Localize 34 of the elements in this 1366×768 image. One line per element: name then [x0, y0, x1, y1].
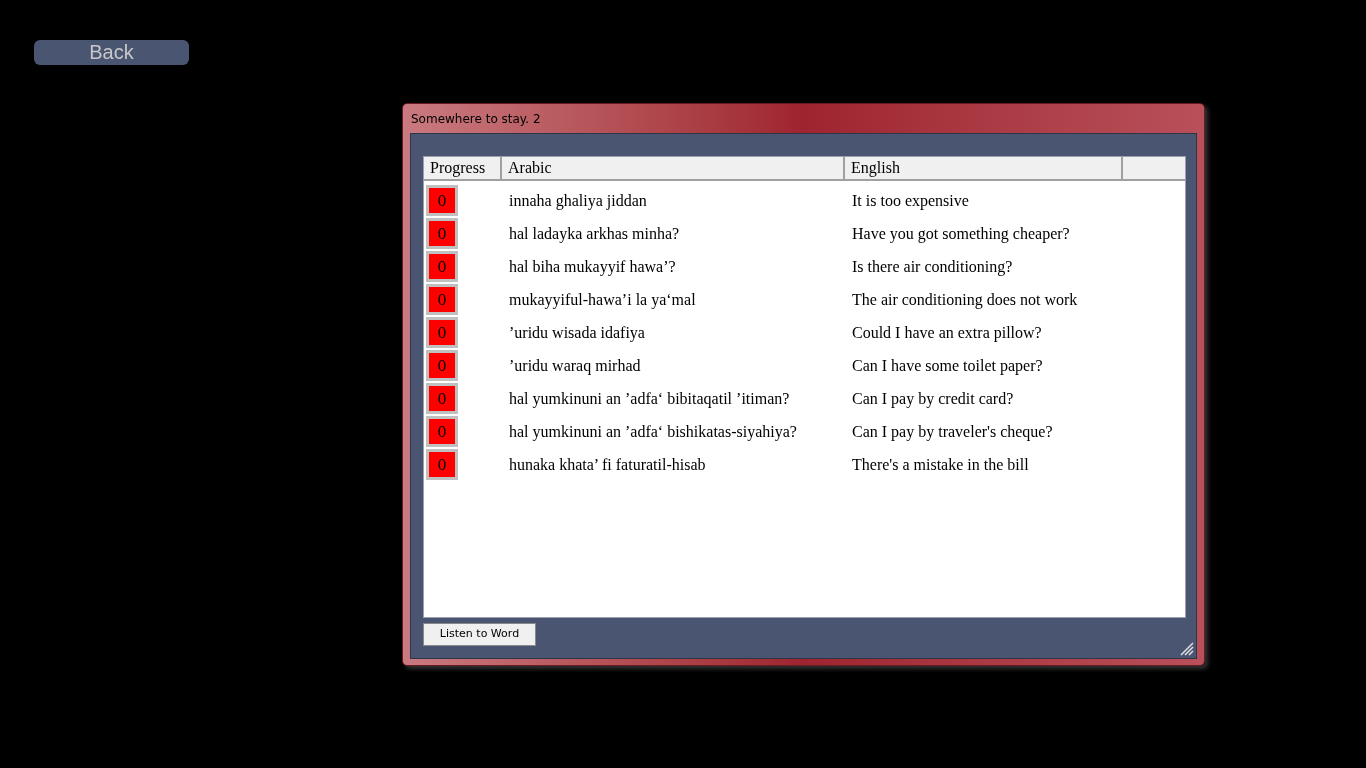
progress-badge: 0 [426, 350, 458, 381]
english-phrase: Have you got something cheaper? [852, 224, 1070, 242]
arabic-phrase: mukayyiful-hawa’i la ya‘mal [509, 290, 696, 308]
progress-badge: 0 [426, 383, 458, 414]
column-header[interactable]: Progress [424, 157, 502, 179]
english-phrase: There's a mistake in the bill [852, 455, 1029, 473]
resize-grip-icon[interactable] [1178, 640, 1194, 656]
progress-badge: 0 [426, 218, 458, 249]
progress-badge: 0 [426, 449, 458, 480]
arabic-phrase: hal biha mukayyif hawa’? [509, 257, 676, 275]
column-header[interactable]: English [845, 157, 1123, 179]
arabic-phrase: ’uridu wisada idafiya [509, 323, 645, 341]
arabic-phrase: hal yumkinuni an ’adfa‘ bishikatas-siyahiya? [509, 422, 797, 440]
progress-badge: 0 [426, 416, 458, 447]
window-title: Somewhere to stay. 2 [411, 110, 541, 128]
arabic-phrase: hunaka khata’ fi faturatil-hisab [509, 455, 706, 473]
progress-badge: 0 [426, 251, 458, 282]
english-phrase: Can I pay by credit card? [852, 389, 1014, 407]
progress-badge: 0 [426, 185, 458, 216]
english-phrase: It is too expensive [852, 191, 969, 209]
english-phrase: Could I have an extra pillow? [852, 323, 1042, 341]
english-phrase: Can I have some toilet paper? [852, 356, 1043, 374]
arabic-phrase: hal yumkinuni an ’adfa‘ bibitaqatil ’itiman? [509, 389, 790, 407]
progress-badge: 0 [426, 284, 458, 315]
arabic-phrase: ’uridu waraq mirhad [509, 356, 641, 374]
column-header[interactable]: Arabic [502, 157, 845, 179]
arabic-phrase: innaha ghaliya jiddan [509, 191, 647, 209]
english-phrase: The air conditioning does not work [852, 290, 1078, 308]
listen-button[interactable]: Listen to Word [423, 623, 536, 646]
back-button[interactable]: Back [34, 40, 189, 65]
progress-badge: 0 [426, 317, 458, 348]
english-phrase: Is there air conditioning? [852, 257, 1013, 275]
english-phrase: Can I pay by traveler's cheque? [852, 422, 1053, 440]
arabic-phrase: hal ladayka arkhas minha? [509, 224, 680, 242]
